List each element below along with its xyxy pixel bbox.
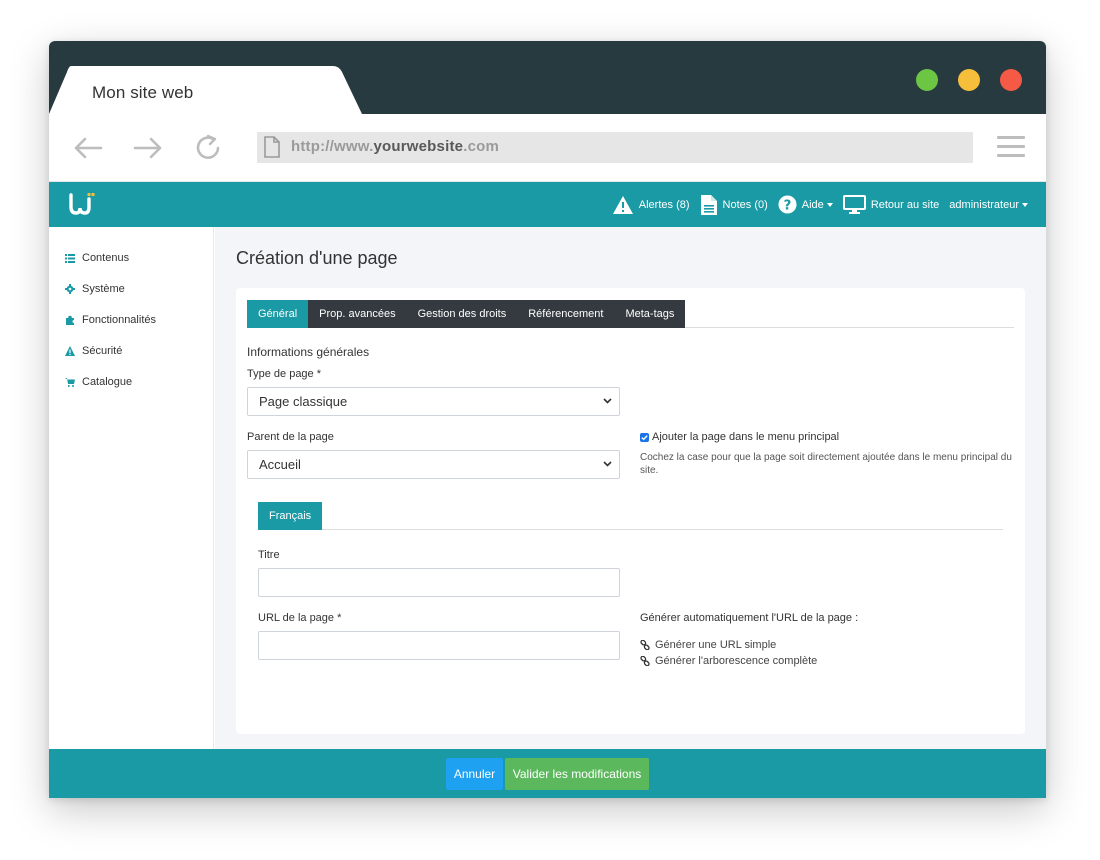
cart-icon	[65, 378, 75, 387]
chevron-down-icon	[603, 461, 612, 467]
sidebar-item-contenus[interactable]: Contenus	[65, 252, 129, 264]
chevron-down-icon	[603, 398, 612, 404]
sidebar-item-fonctionnalites[interactable]: Fonctionnalités	[65, 314, 156, 326]
sidebar-item-catalogue[interactable]: Catalogue	[65, 376, 132, 388]
warning-icon	[612, 195, 633, 214]
page-type-label: Type de page *	[247, 368, 322, 380]
form-tabs: Général Prop. avancées Gestion des droit…	[247, 300, 1014, 328]
warning-icon	[65, 346, 75, 356]
browser-menu-icon[interactable]	[997, 136, 1025, 158]
sidebar-item-securite[interactable]: Sécurité	[65, 345, 122, 357]
checkmark-icon	[641, 435, 648, 441]
page-document-icon	[264, 136, 280, 158]
note-document-icon	[700, 194, 717, 215]
back-to-site-link[interactable]: Retour au site	[842, 194, 939, 215]
tab-lang-francais[interactable]: Français	[258, 502, 323, 530]
add-menu-label[interactable]: Ajouter la page dans le menu principal	[652, 431, 839, 443]
page-title: Création d'une page	[236, 248, 398, 268]
generate-simple-url-link[interactable]: Générer une URL simple	[640, 639, 776, 651]
app-top-nav: Alertes (8) Notes (0) ? Aide Retour au s…	[612, 182, 1046, 227]
reload-icon[interactable]	[191, 134, 225, 162]
browser-toolbar: http://www.yourwebsite.com	[49, 114, 1046, 182]
user-menu[interactable]: administrateur	[949, 199, 1028, 211]
add-menu-checkbox[interactable]	[640, 433, 649, 442]
footer-actions: Annuler Valider les modifications	[49, 749, 1046, 798]
app-header: Alertes (8) Notes (0) ? Aide Retour au s…	[49, 182, 1046, 227]
tab-prop-avancees[interactable]: Prop. avancées	[308, 300, 406, 328]
submit-button[interactable]: Valider les modifications	[505, 758, 649, 790]
language-tabs: Français	[258, 502, 1003, 530]
page-type-select[interactable]: Page classique	[247, 387, 620, 416]
sidebar-item-systeme[interactable]: Système	[65, 283, 125, 295]
link-icon	[640, 656, 650, 666]
address-text: http://www.yourwebsite.com	[291, 138, 500, 155]
main-content: Création d'une page Général Prop. avancé…	[215, 227, 1046, 749]
browser-window: Mon site web http://www.yourwebsite.com	[49, 41, 1046, 798]
puzzle-icon	[66, 315, 75, 325]
url-label: URL de la page *	[258, 612, 342, 624]
auto-url-label: Générer automatiquement l'URL de la page…	[640, 612, 859, 624]
url-input[interactable]	[258, 631, 620, 660]
tab-general[interactable]: Général	[247, 300, 309, 328]
help-menu[interactable]: ? Aide	[778, 195, 833, 214]
window-maximize-dot[interactable]	[916, 69, 938, 91]
window-close-dot[interactable]	[1000, 69, 1022, 91]
section-title: Informations générales	[247, 345, 370, 359]
browser-titlebar: Mon site web	[49, 41, 1046, 114]
cancel-button[interactable]: Annuler	[446, 758, 503, 790]
form-card: Général Prop. avancées Gestion des droit…	[236, 288, 1025, 734]
title-input[interactable]	[258, 568, 620, 597]
forward-arrow-icon[interactable]	[131, 134, 165, 162]
tab-meta-tags[interactable]: Meta-tags	[614, 300, 685, 328]
gear-icon	[65, 284, 75, 294]
list-icon	[65, 253, 75, 263]
generate-tree-url-link[interactable]: Générer l'arborescence complète	[640, 655, 817, 667]
svg-text:?: ?	[783, 198, 791, 213]
title-label: Titre	[258, 549, 280, 561]
question-circle-icon: ?	[778, 195, 797, 214]
tab-referencement[interactable]: Référencement	[517, 300, 614, 328]
address-bar[interactable]: http://www.yourwebsite.com	[257, 132, 973, 163]
sidebar: Contenus Système Fonctionnalités Sécurit…	[49, 227, 214, 749]
parent-label: Parent de la page	[247, 431, 334, 443]
alerts-link[interactable]: Alertes (8)	[612, 195, 690, 215]
parent-select[interactable]: Accueil	[247, 450, 620, 479]
page-type-value: Page classique	[259, 394, 348, 409]
link-icon	[640, 640, 650, 650]
tab-gestion-droits[interactable]: Gestion des droits	[407, 300, 518, 328]
browser-tab-title: Mon site web	[92, 83, 194, 102]
parent-value: Accueil	[259, 457, 301, 472]
add-menu-help: Cochez la case pour que la page soit dir…	[640, 452, 1012, 476]
notes-link[interactable]: Notes (0)	[700, 194, 768, 216]
monitor-icon	[842, 194, 866, 214]
window-minimize-dot[interactable]	[958, 69, 980, 91]
back-arrow-icon[interactable]	[71, 134, 105, 162]
wi-logo[interactable]	[69, 193, 97, 215]
